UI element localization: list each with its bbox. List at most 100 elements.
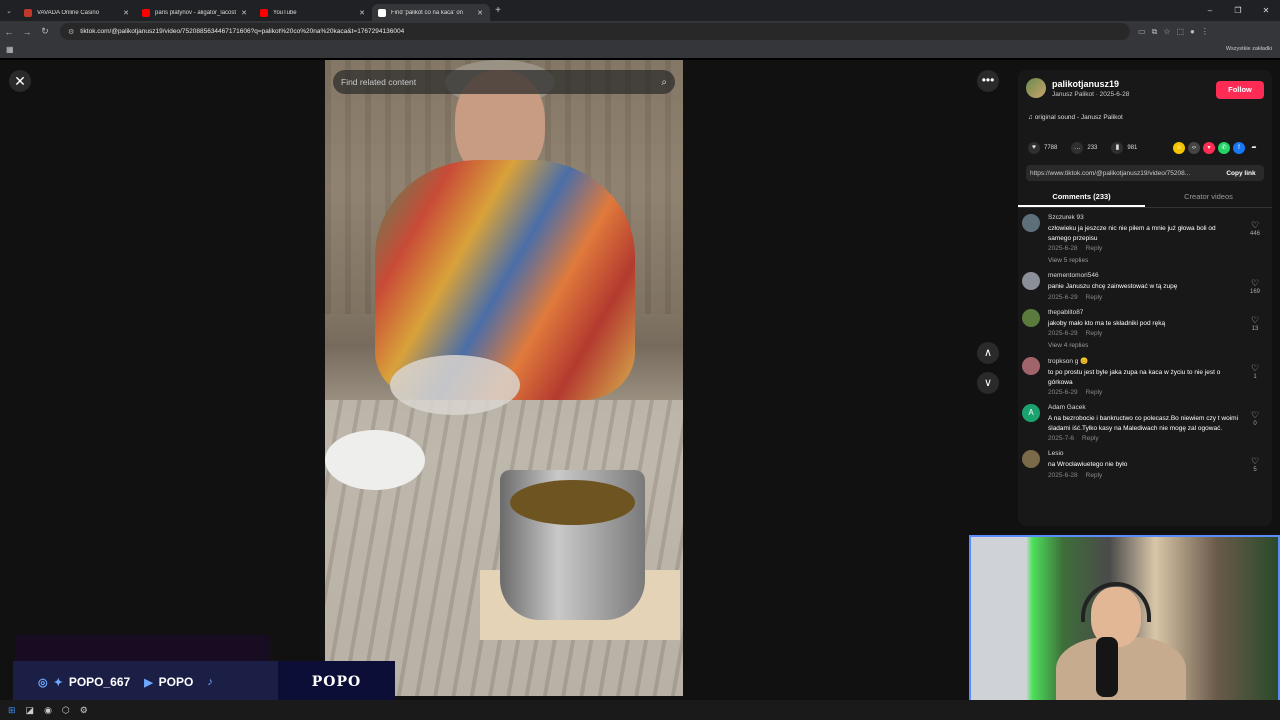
tab-close-icon[interactable]: ✕: [476, 9, 484, 17]
like-action[interactable]: ♥ 7788: [1028, 142, 1057, 154]
reply-button[interactable]: Reply: [1086, 330, 1103, 337]
tab-close-icon[interactable]: ✕: [358, 9, 366, 17]
follow-button[interactable]: Follow: [1216, 81, 1264, 99]
window-close-icon[interactable]: ✕: [1252, 0, 1280, 21]
comment-username[interactable]: mementomori546: [1048, 272, 1240, 279]
send-icon[interactable]: ▾: [1203, 142, 1215, 154]
comment-avatar[interactable]: [1022, 214, 1040, 232]
minimize-icon[interactable]: –: [1196, 0, 1224, 21]
author-username[interactable]: palikotjanusz19: [1052, 79, 1129, 89]
comment-action[interactable]: … 233: [1071, 142, 1097, 154]
copy-link-button[interactable]: Copy link: [1218, 170, 1264, 177]
browser-tab[interactable]: VAVADA Online Casino ✕: [18, 4, 136, 21]
save-action[interactable]: ▮ 981: [1111, 142, 1137, 154]
reply-button[interactable]: Reply: [1086, 294, 1103, 301]
reload-icon[interactable]: ↻: [36, 26, 54, 37]
toolbar-icons: ▭ ⧉ ☆ ⬚ ● ⋮: [1138, 27, 1209, 37]
start-icon[interactable]: ⊞: [8, 705, 16, 716]
tab-comments[interactable]: Comments (233): [1018, 188, 1145, 207]
comment-avatar[interactable]: [1022, 272, 1040, 290]
forward-icon[interactable]: →: [18, 27, 36, 37]
comment-username[interactable]: Adam Gacek: [1048, 404, 1240, 411]
comment-item: thepablito87 jakoby mało kto ma te składn…: [1022, 308, 1268, 349]
webcam-feed: [969, 535, 1280, 713]
more-options-button[interactable]: •••: [977, 70, 999, 92]
reply-button[interactable]: Reply: [1086, 472, 1103, 479]
share-arrow-icon[interactable]: ➦: [1248, 142, 1260, 154]
comment-like[interactable]: ♡ 13: [1246, 315, 1264, 332]
close-video-button[interactable]: ✕: [9, 70, 31, 92]
reply-button[interactable]: Reply: [1086, 389, 1103, 396]
comment-username[interactable]: tropkson g 😊: [1048, 357, 1240, 365]
comment-username[interactable]: thepablito87: [1048, 309, 1240, 316]
comment-avatar[interactable]: [1022, 357, 1040, 375]
comment-icon: …: [1071, 142, 1084, 154]
video-player[interactable]: [325, 60, 683, 696]
settings-icon[interactable]: ⚙: [80, 705, 88, 716]
browser-menu-icon[interactable]: ⋮: [1201, 27, 1209, 37]
comment-avatar[interactable]: A: [1022, 404, 1040, 422]
emoji-share-icon[interactable]: ☺: [1173, 142, 1185, 154]
cast-icon[interactable]: ▭: [1138, 27, 1146, 37]
tab-favicon-icon: [142, 8, 150, 17]
view-replies-button[interactable]: View 5 replies: [1048, 257, 1240, 264]
comment-like[interactable]: ♡ 0: [1246, 410, 1264, 427]
comment-like[interactable]: ♡ 5: [1246, 456, 1264, 473]
tab-title: paris platynov - aligator_lacost: [155, 9, 237, 16]
extensions-icon[interactable]: ⬚: [1176, 27, 1184, 37]
comment-count: 233: [1087, 145, 1098, 151]
whatsapp-icon[interactable]: ✆: [1218, 142, 1230, 154]
tab-title: YouTube: [273, 9, 297, 16]
comment-avatar[interactable]: [1022, 450, 1040, 468]
author-avatar[interactable]: [1026, 78, 1046, 98]
os-taskbar: ⊞ ◪ ◉ ⬡ ⚙: [0, 700, 1280, 720]
comment-like[interactable]: ♡ 1: [1246, 363, 1264, 380]
heart-outline-icon: ♡: [1250, 410, 1260, 420]
back-icon[interactable]: ←: [0, 27, 18, 37]
comment-item: A Adam Gacek A na bezrobocie i bankructwo …: [1022, 404, 1268, 442]
tab-close-icon[interactable]: ✕: [240, 9, 248, 17]
profile-icon[interactable]: ●: [1190, 27, 1195, 37]
embed-icon[interactable]: ‹›: [1188, 142, 1200, 154]
next-video-button[interactable]: ∨: [977, 372, 999, 394]
author-block[interactable]: palikotjanusz19 Janusz Palikot · 2025-6-…: [1026, 78, 1129, 98]
chrome-icon[interactable]: ◉: [44, 705, 52, 716]
twitch-icon[interactable]: ◪: [26, 705, 35, 716]
copy-link-row: https://www.tiktok.com/@palikotjanusz19/…: [1026, 165, 1264, 181]
app-icon[interactable]: ⬡: [62, 705, 70, 716]
comment-username[interactable]: Szczurek 93: [1048, 214, 1240, 221]
heart-outline-icon: ♡: [1250, 314, 1260, 325]
comment-item: tropkson g 😊 to po prostu jest byle jaka …: [1022, 357, 1268, 396]
browser-tab[interactable]: YouTube ✕: [254, 4, 372, 21]
url-bar[interactable]: ⚙ tiktok.com/@palikotjanusz19/video/7520…: [60, 23, 1130, 40]
related-search-input[interactable]: Find related content ⌕: [333, 70, 675, 94]
view-replies-button[interactable]: View 4 replies: [1048, 342, 1240, 349]
translate-icon[interactable]: ⧉: [1152, 27, 1158, 37]
video-link: https://www.tiktok.com/@palikotjanusz19/…: [1030, 169, 1191, 177]
sound-link[interactable]: ♫ original sound - Janusz Palikot: [1028, 114, 1123, 121]
comment-like[interactable]: ♡ 446: [1246, 220, 1264, 237]
search-icon[interactable]: ⌕: [661, 77, 667, 88]
comment-like[interactable]: ♡ 169: [1246, 278, 1264, 295]
browser-tab[interactable]: paris platynov - aligator_lacost ✕: [136, 4, 254, 21]
browser-tab-active[interactable]: Find 'palikot co na kaca' on ✕: [372, 4, 490, 21]
site-info-icon[interactable]: ⚙: [68, 28, 74, 36]
previous-video-button[interactable]: ∧: [977, 342, 999, 364]
bookmark-star-icon[interactable]: ☆: [1163, 27, 1170, 37]
all-bookmarks[interactable]: Wszystkie zakładki: [1226, 46, 1272, 52]
comment-meta: 2025-6-29 Reply: [1048, 294, 1240, 301]
video-frame-bowl: [390, 355, 520, 415]
tab-search-icon[interactable]: ⌄: [0, 0, 18, 21]
comment-meta: 2025-6-29 Reply: [1048, 389, 1240, 396]
facebook-icon[interactable]: f: [1233, 142, 1245, 154]
tab-close-icon[interactable]: ✕: [122, 9, 130, 17]
new-tab-icon[interactable]: +: [490, 5, 506, 16]
search-placeholder: Find related content: [341, 77, 417, 87]
comment-username[interactable]: Lesio: [1048, 450, 1240, 457]
tab-creator-videos[interactable]: Creator videos: [1145, 188, 1272, 207]
comment-avatar[interactable]: [1022, 308, 1040, 327]
maximize-icon[interactable]: ❐: [1224, 0, 1252, 21]
reply-button[interactable]: Reply: [1086, 245, 1103, 252]
apps-icon[interactable]: ▦: [6, 45, 14, 54]
reply-button[interactable]: Reply: [1082, 435, 1099, 442]
